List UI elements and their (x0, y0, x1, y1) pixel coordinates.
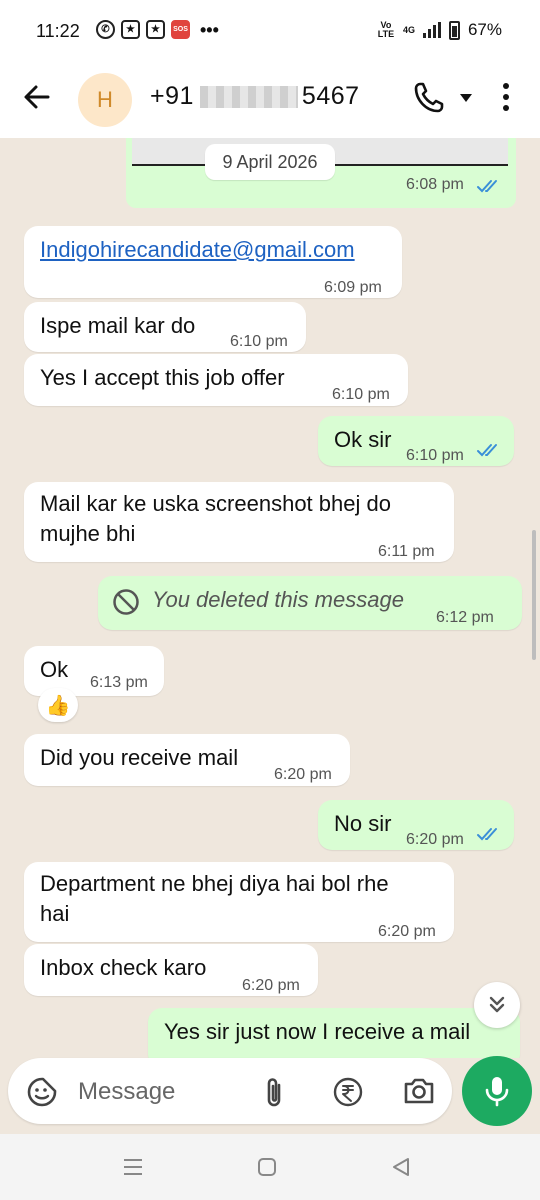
message-time: 6:20 pm (274, 766, 332, 783)
app-notification-icon: ★ (121, 20, 140, 39)
more-notifications-icon: ••• (200, 19, 219, 40)
message-bubble-incoming[interactable]: Yes I accept this job offer 6:10 pm (24, 354, 408, 406)
message-bubble-incoming[interactable]: Inbox check karo 6:20 pm (24, 944, 318, 996)
scrollbar[interactable] (532, 530, 536, 660)
message-bubble-incoming[interactable]: Did you receive mail 6:20 pm (24, 734, 350, 786)
message-time: 6:12 pm (436, 609, 494, 626)
message-text: Ok (40, 657, 69, 682)
message-bubble-outgoing[interactable]: Ok sir 6:10 pm (318, 416, 514, 466)
message-text: No sir (334, 811, 392, 836)
message-time: 6:09 pm (324, 279, 382, 296)
dropdown-caret-icon[interactable] (458, 92, 474, 104)
message-time: 6:08 pm (406, 176, 464, 193)
back-arrow-icon[interactable] (20, 80, 54, 114)
message-time: 6:10 pm (230, 333, 288, 350)
blocked-icon (113, 589, 139, 615)
message-input[interactable]: Message (78, 1078, 175, 1106)
contact-name[interactable]: +91 5467 (150, 82, 360, 111)
more-vertical-icon[interactable] (500, 82, 512, 112)
message-text: Inbox check karo (40, 955, 207, 980)
message-bubble-outgoing[interactable]: Yes sir just now I receive a mail (148, 1008, 520, 1058)
message-text-line1: Department ne bhej diya hai bol rhe (40, 871, 389, 896)
message-text: Ispe mail kar do (40, 313, 196, 338)
redacted-number (199, 85, 298, 108)
whatsapp-notification-icon: ✆ (96, 20, 115, 39)
contact-prefix: +91 (150, 82, 194, 110)
double-check-icon (477, 828, 497, 841)
message-time: 6:20 pm (242, 977, 300, 994)
message-text: Did you receive mail (40, 745, 239, 770)
contact-suffix: 5467 (301, 82, 360, 110)
double-check-icon (477, 444, 497, 457)
message-text: Yes I accept this job offer (40, 365, 285, 390)
message-bubble-incoming[interactable]: Department ne bhej diya hai bol rhe hai … (24, 862, 454, 942)
message-text-line1: Mail kar ke uska screenshot bhej do (40, 491, 391, 516)
home-icon[interactable] (256, 1156, 278, 1178)
notification-icons: ✆ ★ ★ SOS ••• (96, 20, 219, 39)
sticker-icon[interactable] (26, 1076, 58, 1108)
volte-icon: Vo LTE (377, 20, 395, 39)
message-bubble-incoming[interactable]: Mail kar ke uska screenshot bhej do mujh… (24, 482, 454, 562)
message-composer[interactable]: Message (8, 1058, 452, 1124)
message-text: Ok sir (334, 427, 392, 452)
message-text: Yes sir just now I receive a mail (164, 1019, 471, 1044)
paperclip-icon[interactable] (260, 1076, 288, 1110)
email-link[interactable]: Indigohirecandidate@gmail.com (40, 236, 355, 264)
chat-header: H +91 5467 (0, 62, 540, 138)
signal-icon (422, 22, 441, 38)
message-time: 6:20 pm (406, 831, 464, 848)
avatar[interactable]: H (78, 73, 132, 127)
message-list[interactable]: 6:08 pm 9 April 2026 Indigohirecandidate… (0, 138, 540, 1058)
back-nav-icon[interactable] (390, 1156, 412, 1178)
camera-icon[interactable] (402, 1076, 436, 1106)
message-bubble-incoming[interactable]: Ok 6:13 pm (24, 646, 164, 696)
rupee-payment-icon[interactable] (332, 1076, 364, 1108)
message-time: 6:20 pm (378, 923, 436, 940)
status-time: 11:22 (36, 21, 80, 41)
message-bubble-incoming[interactable]: Ispe mail kar do 6:10 pm (24, 302, 306, 352)
app-notification-icon-2: ★ (146, 20, 165, 39)
message-text-line2: mujhe bhi (40, 521, 136, 546)
system-indicators: Vo LTE 4G 67% (377, 20, 502, 40)
date-separator: 9 April 2026 (205, 144, 335, 180)
battery-icon (448, 20, 460, 40)
reaction-badge[interactable]: 👍 (38, 688, 78, 722)
deleted-message-text: You deleted this message (152, 587, 404, 612)
network-type: 4G (402, 24, 415, 35)
voice-record-button[interactable] (462, 1056, 532, 1126)
message-bubble-incoming[interactable]: Indigohirecandidate@gmail.com 6:09 pm (24, 226, 402, 298)
message-time: 6:11 pm (378, 543, 435, 560)
status-bar: 11:22 ✆ ★ ★ SOS ••• Vo LTE 4G 67% (0, 0, 540, 62)
message-time: 6:10 pm (406, 447, 464, 464)
recent-apps-icon[interactable] (122, 1156, 144, 1178)
message-text-line2: hai (40, 901, 70, 926)
message-time: 6:10 pm (332, 386, 390, 403)
phone-icon[interactable] (412, 80, 446, 116)
system-navigation-bar (0, 1134, 540, 1200)
battery-percent: 67% (467, 20, 502, 39)
message-bubble-outgoing[interactable]: No sir 6:20 pm (318, 800, 514, 850)
double-check-icon (477, 180, 497, 193)
microphone-icon (485, 1077, 509, 1107)
scroll-to-bottom-button[interactable] (474, 982, 520, 1028)
message-time: 6:13 pm (90, 674, 148, 691)
message-bubble-outgoing-deleted[interactable]: You deleted this message 6:12 pm (98, 576, 522, 630)
sos-icon: SOS (171, 20, 190, 39)
double-chevron-down-icon (489, 996, 505, 1013)
